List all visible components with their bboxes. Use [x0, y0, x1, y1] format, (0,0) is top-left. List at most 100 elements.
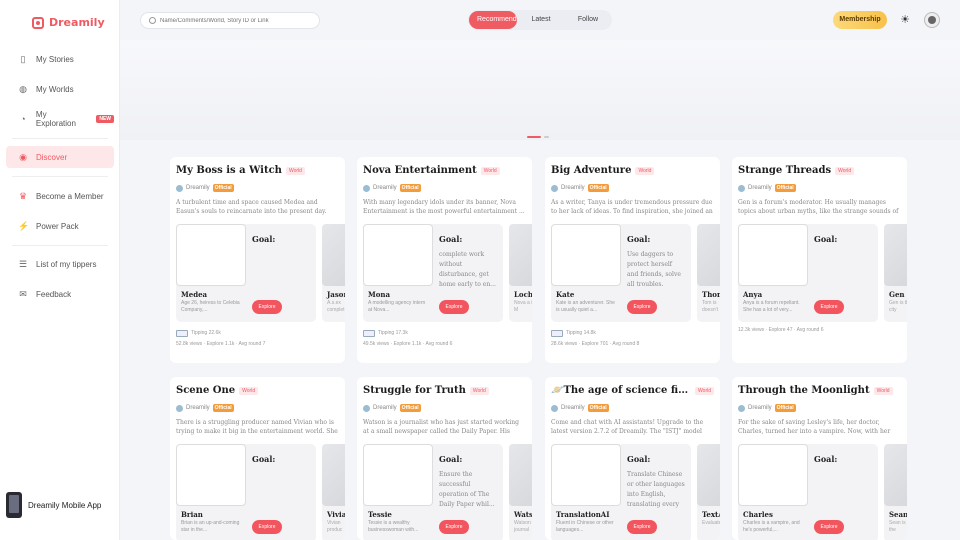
author-name[interactable]: Dreamily [186, 405, 210, 411]
explore-button[interactable]: Explore [627, 520, 657, 534]
character-image [509, 224, 532, 286]
author-name[interactable]: Dreamily [373, 185, 397, 191]
author-avatar-icon [176, 184, 183, 192]
story-title[interactable]: My Boss is a Witch [176, 165, 282, 176]
explore-button[interactable]: Explore [814, 520, 844, 534]
story-title[interactable]: Strange Threads [738, 165, 831, 176]
explore-button[interactable]: Explore [439, 520, 469, 534]
story-card[interactable]: Big Adventure World Dreamily Official As… [545, 157, 720, 363]
search-input[interactable] [160, 17, 310, 24]
mobile-app-link[interactable]: Dreamily Mobile App [6, 492, 116, 518]
sidebar-item-my-exploration[interactable]: ◔ My Exploration NEW [6, 108, 114, 130]
goal-label: Goal: [252, 454, 276, 464]
character-carousel: Medea Age 26, heiress to Celebia Company… [170, 224, 345, 324]
character-card[interactable]: TranslationAI Fluent in Chinese or other… [551, 444, 691, 540]
explore-button[interactable]: Explore [439, 300, 469, 314]
story-card[interactable]: Scene One World Dreamily Official There … [170, 377, 345, 540]
mobile-app-label: Dreamily Mobile App [28, 500, 102, 510]
official-badge: Official [587, 184, 609, 192]
story-card[interactable]: 🪐The age of science fiction is comi... W… [545, 377, 720, 540]
story-title[interactable]: Scene One [176, 385, 235, 396]
sidebar-item-discover[interactable]: ◉ Discover [6, 146, 114, 168]
explore-button[interactable]: Explore [252, 520, 282, 534]
carousel-dot[interactable] [527, 136, 541, 138]
explore-button[interactable]: Explore [627, 300, 657, 314]
character-image [322, 444, 345, 506]
character-description: Tessie is a wealthy businesswoman with..… [368, 520, 419, 533]
goal-label: Goal: [252, 234, 276, 244]
next-character-card[interactable]: Vivian Vivian produc [322, 444, 345, 540]
character-card[interactable]: Medea Age 26, heiress to Celebia Company… [176, 224, 316, 322]
sidebar-item-my-stories[interactable]: ▯ My Stories [6, 48, 114, 70]
sidebar-item-tippers[interactable]: ☰ List of my tippers [6, 253, 114, 275]
next-character-card[interactable]: TextA Evaluate [697, 444, 720, 540]
world-tag: World [873, 386, 893, 395]
next-character-card[interactable]: Thom Tom is doesn't [697, 224, 720, 322]
character-description: Evaluate [702, 520, 720, 526]
theme-toggle-sun-icon[interactable]: ☀ [898, 13, 912, 27]
tip-icon [363, 329, 375, 337]
character-description: Kate is an adventurer. She is usually qu… [556, 300, 615, 313]
story-card[interactable]: Strange Threads World Dreamily Official … [732, 157, 907, 363]
membership-button[interactable]: Membership [833, 11, 887, 29]
explore-button[interactable]: Explore [252, 300, 282, 314]
sidebar-item-feedback[interactable]: ✉ Feedback [6, 283, 114, 305]
story-card[interactable]: Through the Moonlight World Dreamily Off… [732, 377, 907, 540]
next-character-card[interactable]: Gen Gen is the city [884, 224, 907, 322]
story-card[interactable]: Struggle for Truth World Dreamily Offici… [357, 377, 532, 540]
character-card[interactable]: Anya Anya is a forum repellant. She has … [738, 224, 878, 322]
sidebar-item-my-worlds[interactable]: ◍ My Worlds [6, 78, 114, 100]
sidebar-item-power-pack[interactable]: ⚡ Power Pack [6, 215, 114, 237]
goal-label: Goal: [439, 234, 463, 244]
next-character-card[interactable]: Jason A.s.ex complet [322, 224, 345, 322]
author-name[interactable]: Dreamily [561, 185, 585, 191]
character-image [363, 224, 433, 286]
new-badge: NEW [96, 115, 114, 123]
character-card[interactable]: Mona A modelling agency intern at Nova..… [363, 224, 503, 322]
next-character-card[interactable]: Sean Sean is of the [884, 444, 907, 540]
tab-follow[interactable]: Follow [565, 11, 611, 29]
sidebar: Dreamily ▯ My Stories ◍ My Worlds ◔ My E… [0, 0, 120, 540]
story-card[interactable]: Nova Entertainment World Dreamily Offici… [357, 157, 532, 363]
avatar[interactable] [924, 12, 940, 28]
sidebar-item-become-member[interactable]: ♛ Become a Member [6, 185, 114, 207]
character-card[interactable]: Kate Kate is an adventurer. She is usual… [551, 224, 691, 322]
tab-recommend[interactable]: Recommend [469, 11, 517, 29]
explore-button[interactable]: Explore [814, 300, 844, 314]
author-name[interactable]: Dreamily [748, 185, 772, 191]
author-name[interactable]: Dreamily [748, 405, 772, 411]
character-name: Loch [514, 290, 532, 299]
character-name: Mona [368, 290, 391, 299]
character-card[interactable]: Charles Charles is a vampire, and he's p… [738, 444, 878, 540]
next-character-card[interactable]: Loch Nova a idol, M [509, 224, 532, 322]
author-name[interactable]: Dreamily [561, 405, 585, 411]
next-character-card[interactable]: Watso Watson journal [509, 444, 532, 540]
character-name: Gen [889, 290, 905, 299]
author-name[interactable]: Dreamily [186, 185, 210, 191]
carousel-dot[interactable] [544, 136, 549, 138]
author-name[interactable]: Dreamily [373, 405, 397, 411]
character-image [884, 224, 907, 286]
character-card[interactable]: Tessie Tessie is a wealthy businesswoman… [363, 444, 503, 540]
divider [12, 138, 108, 139]
story-card[interactable]: My Boss is a Witch World Dreamily Offici… [170, 157, 345, 363]
tips-row: Tipping 22.6k [170, 328, 345, 338]
world-tag: World [469, 386, 489, 395]
character-image [551, 224, 621, 286]
logo[interactable]: Dreamily [32, 16, 105, 29]
search-bar[interactable] [140, 12, 320, 29]
story-title[interactable]: Through the Moonlight [738, 385, 870, 396]
story-title[interactable]: Nova Entertainment [363, 165, 477, 176]
character-name: Kate [556, 290, 575, 299]
power-icon: ⚡ [18, 221, 30, 231]
book-icon: ▯ [20, 54, 26, 64]
character-description: A.s.ex complet [327, 300, 345, 313]
story-title[interactable]: Struggle for Truth [363, 385, 466, 396]
character-description: Age 26, heiress to Celebia Company,... [181, 300, 240, 313]
story-title[interactable]: 🪐The age of science fiction is comi... [551, 385, 691, 396]
story-title[interactable]: Big Adventure [551, 165, 631, 176]
character-card[interactable]: Brian Brian is an up-and-coming star in … [176, 444, 316, 540]
tab-latest[interactable]: Latest [517, 11, 565, 29]
goal-label: Goal: [814, 454, 838, 464]
sidebar-item-label: My Exploration [35, 110, 76, 128]
